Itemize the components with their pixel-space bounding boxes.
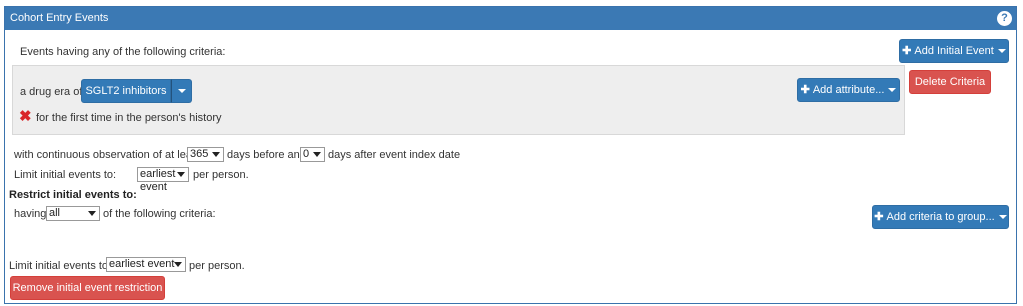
add-attribute-button[interactable]: ✚ Add attribute...: [797, 78, 900, 102]
remove-initial-event-restriction-button[interactable]: Remove initial event restriction: [10, 276, 165, 300]
plus-icon: ✚: [800, 84, 810, 96]
observation-prefix: with continuous observation of at least: [14, 149, 201, 161]
add-criteria-to-group-label: Add criteria to group...: [886, 211, 995, 223]
help-icon[interactable]: ?: [997, 11, 1012, 26]
restrict-suffix: of the following criteria:: [103, 208, 216, 220]
add-criteria-to-group-button[interactable]: ✚ Add criteria to group...: [872, 205, 1009, 229]
days-before-value: 365: [190, 148, 209, 160]
add-initial-event-label: Add Initial Event: [914, 45, 994, 57]
panel-header: Cohort Entry Events ?: [5, 7, 1016, 30]
add-initial-event-button[interactable]: ✚ Add Initial Event: [899, 39, 1009, 63]
limit-initial-events-select-2[interactable]: earliest event: [106, 257, 186, 272]
plus-icon: ✚: [874, 211, 884, 223]
delete-criteria-button[interactable]: Delete Criteria: [909, 70, 991, 94]
first-time-text: for the first time in the person's histo…: [36, 112, 222, 124]
restrict-match-select[interactable]: all: [46, 206, 100, 221]
criteria-prefix: a drug era of: [20, 86, 83, 98]
days-after-select[interactable]: 0: [300, 147, 325, 162]
chevron-down-icon: [313, 152, 321, 157]
limit-initial-events-value-2: earliest event: [109, 258, 175, 270]
chevron-down-icon: [888, 88, 897, 93]
concept-set-label: SGLT2 inhibitors: [85, 85, 167, 97]
plus-icon: ✚: [902, 45, 912, 57]
chevron-down-icon: [174, 262, 182, 267]
chevron-down-icon: [212, 152, 220, 157]
add-attribute-label: Add attribute...: [812, 84, 885, 96]
restrict-match-value: all: [49, 207, 61, 219]
events-intro-text: Events having any of the following crite…: [20, 46, 226, 58]
chevron-down-icon: [88, 211, 96, 216]
limit-initial-events-select[interactable]: earliest event: [137, 167, 189, 193]
chevron-down-icon: [997, 49, 1006, 54]
restrict-having-label: having: [14, 208, 47, 220]
limit-initial-events-label: Limit initial events to:: [14, 169, 117, 181]
concept-set-button[interactable]: SGLT2 inhibitors: [81, 79, 171, 103]
days-after-value: 0: [303, 148, 310, 160]
delete-criteria-label: Delete Criteria: [914, 76, 986, 88]
close-icon[interactable]: ✖: [19, 107, 32, 125]
restrict-heading: Restrict initial events to:: [9, 189, 137, 201]
concept-set-dropdown-toggle[interactable]: [171, 79, 192, 103]
limit-initial-events-suffix-2: per person.: [189, 260, 245, 272]
chevron-down-icon: [998, 215, 1007, 220]
limit-initial-events-suffix: per person.: [193, 169, 249, 181]
observation-mid: days before and: [227, 149, 306, 161]
days-before-select[interactable]: 365: [187, 147, 224, 162]
limit-initial-events-label-2: Limit initial events to:: [9, 260, 112, 272]
observation-suffix: days after event index date: [328, 149, 461, 161]
panel-title: Cohort Entry Events: [10, 12, 109, 24]
chevron-down-icon: [177, 89, 186, 94]
chevron-down-icon: [177, 172, 185, 177]
remove-initial-event-restriction-label: Remove initial event restriction: [12, 282, 163, 294]
